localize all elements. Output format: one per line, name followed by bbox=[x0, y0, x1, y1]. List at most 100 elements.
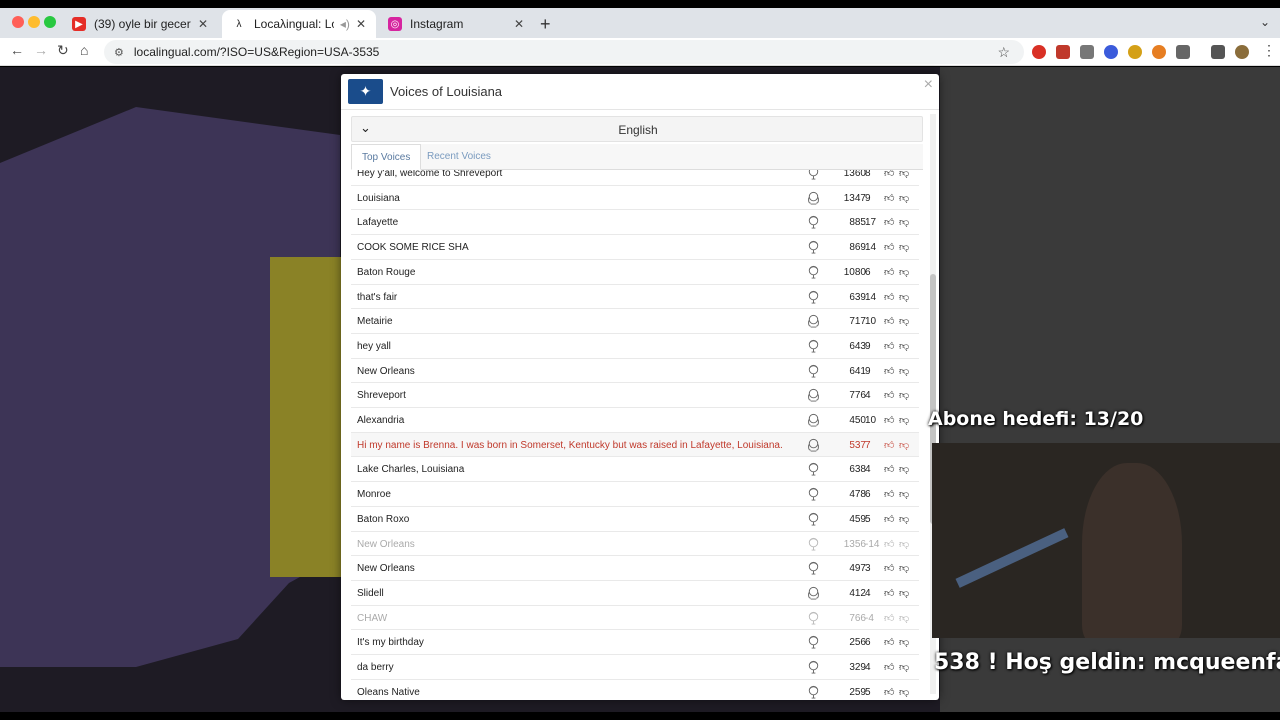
thumbs-down-icon[interactable]: 👎︎ bbox=[899, 315, 909, 327]
voice-row[interactable]: It's my birthday 256 6 👍︎ 👎︎ bbox=[351, 629, 919, 654]
thumbs-up-icon[interactable]: 👍︎ bbox=[884, 340, 894, 352]
voice-title[interactable]: Monroe bbox=[357, 489, 391, 500]
voice-row[interactable]: that's fair 639 14 👍︎ 👎︎ bbox=[351, 283, 919, 309]
voice-row[interactable]: New Orleans 641 9 👍︎ 👎︎ bbox=[351, 357, 919, 383]
bookmark-star-icon[interactable]: ☆ bbox=[997, 44, 1010, 61]
female-speaker-icon[interactable] bbox=[806, 387, 821, 402]
voice-title[interactable]: hey yall bbox=[357, 341, 391, 352]
thumbs-up-icon[interactable]: 👍︎ bbox=[884, 661, 894, 673]
thumbs-down-icon[interactable]: 👎︎ bbox=[899, 192, 909, 204]
minimize-window-button[interactable] bbox=[28, 16, 40, 28]
male-speaker-icon[interactable] bbox=[806, 214, 821, 229]
voice-title[interactable]: Shreveport bbox=[357, 390, 406, 401]
male-speaker-icon[interactable] bbox=[806, 239, 821, 254]
voice-title[interactable]: COOK SOME RICE SHA bbox=[357, 242, 469, 253]
language-selector[interactable]: ⌄ English bbox=[351, 116, 923, 142]
voice-title[interactable]: Alexandria bbox=[357, 415, 404, 426]
voice-row[interactable]: Alexandria 450 10 👍︎ 👎︎ bbox=[351, 407, 919, 432]
thumbs-down-icon[interactable]: 👎︎ bbox=[899, 562, 909, 574]
thumbs-down-icon[interactable]: 👎︎ bbox=[899, 661, 909, 673]
more-menu-icon[interactable]: ⋮ bbox=[1262, 42, 1276, 59]
voice-title[interactable]: Hi my name is Brenna. I was born in Some… bbox=[357, 440, 783, 451]
mute-icon[interactable]: ◂) bbox=[340, 17, 350, 31]
forward-arrow-icon[interactable]: → bbox=[34, 42, 48, 58]
thumbs-up-icon[interactable]: 👍︎ bbox=[884, 315, 894, 327]
thumbs-down-icon[interactable]: 👎︎ bbox=[899, 513, 909, 525]
voice-row[interactable]: hey yall 643 9 👍︎ 👎︎ bbox=[351, 332, 919, 358]
close-window-button[interactable] bbox=[12, 16, 24, 28]
voice-title[interactable]: Lake Charles, Louisiana bbox=[357, 464, 464, 475]
male-speaker-icon[interactable] bbox=[806, 363, 821, 378]
thumbs-up-icon[interactable]: 👍︎ bbox=[884, 463, 894, 475]
male-speaker-icon[interactable] bbox=[806, 338, 821, 353]
voice-row[interactable]: Oleans Native 259 5 👍︎ 👎︎ bbox=[351, 678, 919, 700]
voice-title[interactable]: It's my birthday bbox=[357, 637, 424, 648]
voice-row[interactable]: Louisiana 1347 9 👍︎ 👎︎ bbox=[351, 184, 919, 210]
male-speaker-icon[interactable] bbox=[806, 289, 821, 304]
voice-title[interactable]: that's fair bbox=[357, 292, 397, 303]
voice-title[interactable]: Baton Roxo bbox=[357, 514, 409, 525]
voice-row[interactable]: Lake Charles, Louisiana 638 4 👍︎ 👎︎ bbox=[351, 456, 919, 481]
thumbs-down-icon[interactable]: 👎︎ bbox=[899, 170, 909, 179]
male-speaker-icon[interactable] bbox=[806, 461, 821, 476]
male-speaker-icon[interactable] bbox=[806, 536, 821, 551]
new-tab-button[interactable]: + bbox=[540, 14, 551, 35]
browser-tab-youtube[interactable]: ▶ (39) oyle bir gecer zamanki ✕ bbox=[62, 10, 218, 38]
site-info-icon[interactable]: ⚙ bbox=[114, 46, 124, 59]
male-speaker-icon[interactable] bbox=[806, 170, 821, 180]
browser-tab-instagram[interactable]: ◎ Instagram ✕ bbox=[378, 10, 534, 38]
voice-title[interactable]: Slidell bbox=[357, 588, 384, 599]
voice-title[interactable]: Louisiana bbox=[357, 193, 400, 204]
voice-row[interactable]: Monroe 478 6 👍︎ 👎︎ bbox=[351, 481, 919, 506]
thumbs-down-icon[interactable]: 👎︎ bbox=[899, 439, 909, 451]
voice-title[interactable]: da berry bbox=[357, 662, 394, 673]
female-speaker-icon[interactable] bbox=[806, 585, 821, 600]
female-speaker-icon[interactable] bbox=[806, 313, 821, 328]
voice-title[interactable]: Baton Rouge bbox=[357, 267, 415, 278]
thumbs-up-icon[interactable]: 👍︎ bbox=[884, 488, 894, 500]
voice-row[interactable]: da berry 329 4 👍︎ 👎︎ bbox=[351, 654, 919, 679]
close-tab-icon[interactable]: ✕ bbox=[198, 17, 208, 31]
thumbs-up-icon[interactable]: 👍︎ bbox=[884, 686, 894, 698]
male-speaker-icon[interactable] bbox=[806, 486, 821, 501]
thumbs-up-icon[interactable]: 👍︎ bbox=[884, 612, 894, 624]
extension-icon[interactable] bbox=[1128, 45, 1142, 59]
male-speaker-icon[interactable] bbox=[806, 560, 821, 575]
voice-row[interactable]: Hi my name is Brenna. I was born in Some… bbox=[351, 431, 919, 457]
voice-title[interactable]: New Orleans bbox=[357, 563, 415, 574]
thumbs-down-icon[interactable]: 👎︎ bbox=[899, 636, 909, 648]
thumbs-down-icon[interactable]: 👎︎ bbox=[899, 266, 909, 278]
thumbs-down-icon[interactable]: 👎︎ bbox=[899, 241, 909, 253]
thumbs-up-icon[interactable]: 👍︎ bbox=[884, 513, 894, 525]
zoom-window-button[interactable] bbox=[44, 16, 56, 28]
thumbs-up-icon[interactable]: 👍︎ bbox=[884, 636, 894, 648]
male-speaker-icon[interactable] bbox=[806, 634, 821, 649]
voice-row[interactable]: Shreveport 776 4 👍︎ 👎︎ bbox=[351, 382, 919, 407]
puzzle-icon[interactable] bbox=[1176, 45, 1190, 59]
voice-row[interactable]: Hey y'all, welcome to Shreveport 1360 8 👍︎ 👎… bbox=[351, 170, 919, 185]
tab-top-voices[interactable]: Top Voices bbox=[351, 144, 422, 170]
home-icon[interactable]: ⌂ bbox=[80, 42, 88, 58]
voice-row[interactable]: Baton Rouge 1080 6 👍︎ 👎︎ bbox=[351, 258, 919, 284]
voice-row[interactable]: CHAW 766 -4 👍︎ 👎︎ bbox=[351, 604, 919, 630]
voice-title[interactable]: New Orleans bbox=[357, 366, 415, 377]
browser-tab-localingual[interactable]: λ Locaλingual: Louisiana ◂) ✕ bbox=[222, 10, 376, 38]
address-bar[interactable]: ⚙ localingual.com/?ISO=US&Region=USA-353… bbox=[104, 40, 1024, 64]
voice-row[interactable]: Baton Roxo 459 5 👍︎ 👎︎ bbox=[351, 505, 919, 531]
thumbs-down-icon[interactable]: 👎︎ bbox=[899, 291, 909, 303]
thumbs-down-icon[interactable]: 👎︎ bbox=[899, 612, 909, 624]
male-speaker-icon[interactable] bbox=[806, 264, 821, 279]
reload-icon[interactable]: ↻ bbox=[57, 42, 69, 59]
thumbs-down-icon[interactable]: 👎︎ bbox=[899, 686, 909, 698]
voice-title[interactable]: Metairie bbox=[357, 316, 393, 327]
thumbs-down-icon[interactable]: 👎︎ bbox=[899, 488, 909, 500]
extension-icon[interactable] bbox=[1056, 45, 1070, 59]
female-speaker-icon[interactable] bbox=[806, 437, 821, 452]
voice-row[interactable]: New Orleans 497 3 👍︎ 👎︎ bbox=[351, 555, 919, 580]
voice-title[interactable]: Oleans Native bbox=[357, 687, 420, 698]
reading-list-icon[interactable] bbox=[1211, 45, 1225, 59]
voice-title[interactable]: Hey y'all, welcome to Shreveport bbox=[357, 170, 502, 179]
thumbs-up-icon[interactable]: 👍︎ bbox=[884, 538, 894, 550]
male-speaker-icon[interactable] bbox=[806, 659, 821, 674]
thumbs-up-icon[interactable]: 👍︎ bbox=[884, 562, 894, 574]
